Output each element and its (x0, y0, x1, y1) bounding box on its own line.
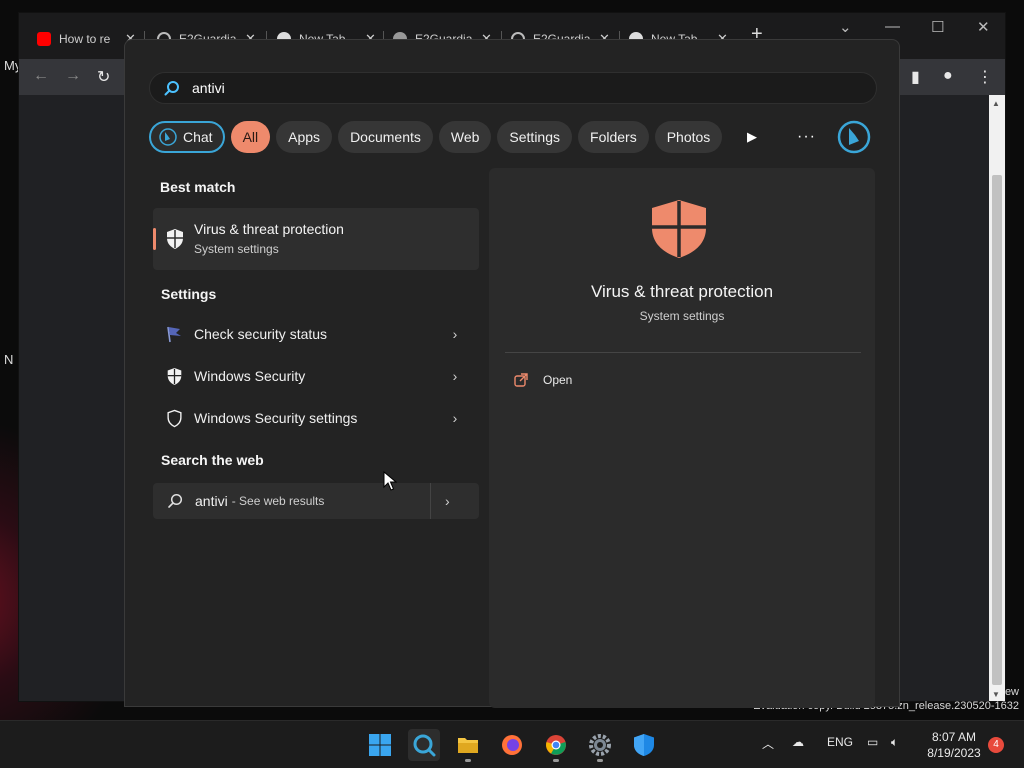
chevron-right-icon[interactable]: › (445, 493, 450, 509)
desktop-icon-label[interactable]: N (4, 352, 13, 367)
taskbar-chrome[interactable] (540, 729, 572, 762)
forward-icon[interactable]: → (65, 67, 81, 85)
taskbar-firefox[interactable] (496, 729, 528, 761)
search-web-heading: Search the web (161, 452, 264, 468)
web-search-query: antivi (195, 493, 228, 509)
divider (505, 352, 861, 353)
clock[interactable]: 8:07 AM 8/19/2023 (922, 729, 986, 761)
filter-chip-photos[interactable]: Photos (654, 121, 723, 153)
browser-tab[interactable]: How to re ✕ (19, 25, 136, 53)
open-external-icon (514, 373, 528, 387)
best-match-heading: Best match (160, 179, 236, 195)
close-window-button[interactable]: ✕ (977, 18, 990, 36)
filter-chip-apps[interactable]: Apps (276, 121, 333, 153)
menu-icon[interactable]: ⋮ (977, 67, 993, 87)
preview-title: Virus & threat protection (590, 282, 774, 301)
shield-filled-icon (163, 365, 185, 387)
youtube-icon (37, 32, 51, 46)
settings-item-label: Windows Security settings (194, 410, 358, 426)
chevron-right-icon[interactable]: › (445, 368, 465, 384)
settings-item-windows-security-settings[interactable]: Windows Security settings › (153, 398, 479, 438)
filter-chip-web[interactable]: Web (438, 121, 492, 153)
selection-indicator (153, 228, 156, 250)
filter-chip-label: Chat (183, 129, 213, 145)
search-box[interactable] (149, 72, 877, 104)
start-button[interactable] (364, 729, 396, 761)
shield-outline-icon (163, 407, 185, 429)
web-search-hint: - See web results (231, 494, 325, 508)
taskbar-file-explorer[interactable] (452, 729, 484, 762)
chevron-right-icon[interactable]: › (445, 410, 465, 426)
onedrive-offline-icon[interactable]: ☁ (792, 735, 804, 749)
notification-badge[interactable]: 4 (988, 737, 1004, 753)
more-options-icon[interactable]: ··· (797, 128, 816, 146)
scroll-down-icon[interactable]: ▼ (992, 690, 1000, 699)
taskbar: ︿ ☁ ENG ▭ 🔈︎ 8:07 AM 8/19/2023 4 (0, 720, 1024, 768)
open-label: Open (543, 373, 573, 387)
scrollbar[interactable]: ▲ ▼ (989, 95, 1005, 701)
web-search-result[interactable]: antivi - See web results › (153, 483, 479, 519)
firefox-icon (502, 735, 522, 755)
scroll-up-icon[interactable]: ▲ (992, 99, 1000, 108)
flag-icon (163, 323, 185, 345)
preview-subtitle: System settings (639, 309, 725, 323)
settings-item-check-security-status[interactable]: Check security status › (153, 314, 479, 354)
settings-item-windows-security[interactable]: Windows Security › (153, 356, 479, 396)
filter-chips: Chat All Apps Documents Web Settings Fol… (149, 121, 728, 153)
side-panel-icon[interactable]: ▮ (911, 67, 920, 87)
settings-item-label: Check security status (194, 326, 328, 342)
bing-chat-button-icon[interactable] (837, 120, 871, 154)
settings-heading: Settings (161, 286, 217, 302)
more-filters-arrow-icon[interactable]: ▶ (747, 129, 757, 145)
windows-security-icon (634, 734, 654, 756)
open-button[interactable]: Open (513, 372, 572, 388)
search-icon (164, 81, 179, 96)
chevron-down-icon[interactable]: ⌄ (839, 18, 852, 36)
back-icon[interactable]: ← (33, 67, 49, 85)
best-match-title: Virus & threat protection (194, 221, 344, 237)
shield-filled-icon (167, 229, 183, 249)
tab-title: How to re (59, 32, 111, 46)
best-match-subtitle: System settings (194, 242, 279, 256)
show-hidden-icons-chevron-icon[interactable]: ︿ (762, 735, 774, 752)
filter-chip-chat[interactable]: Chat (149, 121, 225, 153)
file-explorer-icon (458, 738, 478, 753)
taskbar-settings[interactable] (584, 729, 616, 762)
best-match-result[interactable]: Virus & threat protection System setting… (153, 208, 479, 270)
filter-chip-documents[interactable]: Documents (338, 121, 433, 153)
settings-icon (589, 734, 611, 756)
clock-time: 8:07 AM (931, 730, 977, 744)
profile-icon[interactable]: ● (943, 67, 953, 85)
clock-date: 8/19/2023 (927, 746, 981, 760)
minimize-button[interactable]: — (885, 18, 900, 35)
chrome-icon (546, 735, 566, 755)
start-icon (369, 734, 391, 756)
maximize-button[interactable]: ☐ (931, 18, 944, 36)
chevron-right-icon[interactable]: › (445, 326, 465, 342)
network-icon[interactable]: ▭ (867, 735, 878, 749)
volume-icon[interactable]: 🔈︎ (891, 735, 898, 750)
search-input[interactable] (192, 80, 792, 96)
taskbar-windows-security[interactable] (628, 729, 660, 761)
filter-chip-all[interactable]: All (230, 121, 271, 153)
filter-chip-settings[interactable]: Settings (497, 121, 573, 153)
mouse-cursor-icon (383, 471, 397, 491)
language-indicator[interactable]: ENG (827, 735, 853, 749)
bing-icon (159, 128, 177, 146)
taskbar-search-button[interactable] (408, 729, 440, 761)
windows-security-shield-icon (652, 200, 706, 258)
search-icon (413, 734, 436, 757)
reload-icon[interactable]: ↻ (97, 67, 110, 87)
windows-search-panel: Chat All Apps Documents Web Settings Fol… (124, 39, 900, 708)
filter-chip-folders[interactable]: Folders (578, 121, 649, 153)
result-preview-panel: Virus & threat protection System setting… (489, 168, 875, 708)
divider (430, 483, 431, 519)
settings-item-label: Windows Security (194, 368, 306, 384)
evaluation-watermark-fragment: ew (1004, 686, 1019, 698)
filter-overflow: ▶ ··· (747, 121, 816, 153)
search-icon (168, 493, 183, 508)
scroll-thumb[interactable] (992, 175, 1002, 685)
